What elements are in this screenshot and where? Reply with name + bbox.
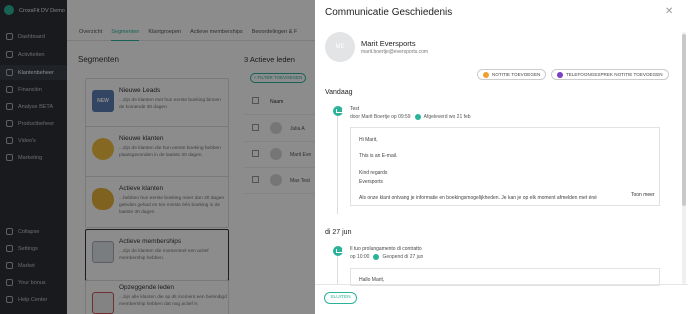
day-header-today: Vandaag xyxy=(325,89,353,96)
show-more-link[interactable]: Toon meer xyxy=(631,192,655,198)
email-icon xyxy=(333,246,343,256)
entry-meta: door Marit Boertje op 09:59 Afgeleverd wo… xyxy=(350,114,471,120)
entry-author: door Marit Boertje op 09:59 xyxy=(350,114,411,120)
add-phone-note-label: TELEFOONGESPREK NOTITIE TOEVOEGEN xyxy=(566,72,663,77)
phone-icon xyxy=(557,71,563,78)
email-preview: Hi Marit, This is an E-mail. Kind regard… xyxy=(350,127,660,206)
delivered-dot-icon xyxy=(414,114,421,120)
email-line: This is an E-mail. xyxy=(359,153,398,159)
email-line: Hi Marit, xyxy=(359,137,378,143)
email-line: Eversports xyxy=(359,179,383,185)
close-button[interactable]: SLUITEN xyxy=(324,292,357,304)
contact-email: marit.boertje@eversports.com xyxy=(361,49,429,55)
timeline-line xyxy=(337,254,338,284)
email-line: Kind regards xyxy=(359,170,388,176)
entry-author: op 10:00 xyxy=(350,254,370,260)
panel-title: Communicatie Geschiedenis xyxy=(325,7,453,18)
contact-avatar: ME xyxy=(325,32,355,62)
modal-overlay[interactable] xyxy=(0,0,315,314)
email-line: Hallo Marit, xyxy=(359,277,385,283)
entry-meta: op 10:00 Geopend di 27 jun xyxy=(350,254,423,260)
opened-dot-icon xyxy=(373,254,380,260)
email-footer: Als onze klant ontvang je informatie en … xyxy=(359,195,597,201)
note-icon xyxy=(483,71,489,78)
add-note-label: NOTITIE TOEVOEGEN xyxy=(492,72,541,77)
scrollbar-thumb[interactable] xyxy=(682,34,686,206)
email-icon xyxy=(333,106,343,116)
day-header-27-jun: di 27 jun xyxy=(325,229,352,236)
add-phone-note-button[interactable]: TELEFOONGESPREK NOTITIE TOEVOEGEN xyxy=(551,69,669,80)
contact-name: Marit Eversports xyxy=(361,39,416,48)
entry-status: Afgeleverd wo 21 feb xyxy=(423,114,471,120)
communication-history-panel: Communicatie Geschiedenis ✕ ME Marit Eve… xyxy=(315,0,688,314)
close-icon[interactable]: ✕ xyxy=(665,6,673,17)
entry-status: Geopend di 27 jun xyxy=(382,254,424,260)
panel-footer xyxy=(315,284,688,314)
entry-title: Il tuo prolungamento di contratto xyxy=(350,246,422,252)
add-note-button[interactable]: NOTITIE TOEVOEGEN xyxy=(477,69,547,80)
timeline-line xyxy=(337,114,338,214)
entry-title: Test xyxy=(350,106,360,112)
